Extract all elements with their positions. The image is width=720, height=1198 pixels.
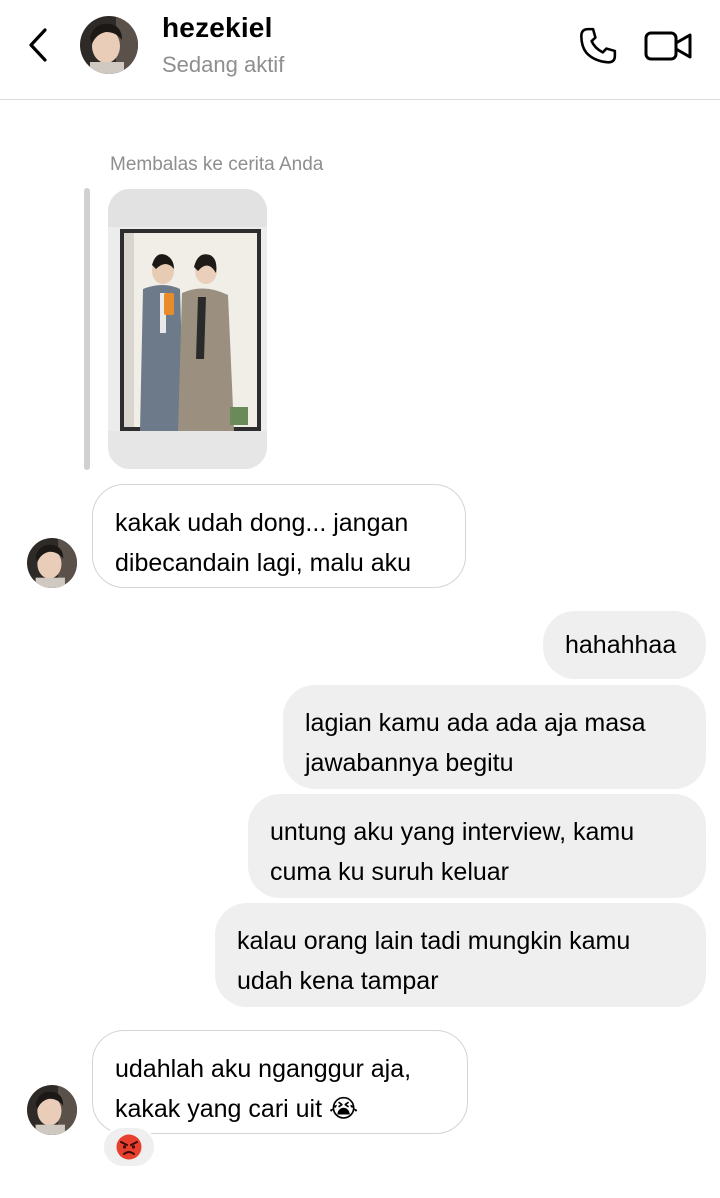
avatar[interactable] [27,538,77,588]
avatar[interactable] [80,16,138,74]
back-icon [29,28,47,62]
message-text: cuma ku suruh keluar [270,858,510,886]
message-text: dibecandain lagi, malu aku [115,549,412,577]
message-bubble[interactable]: untung aku yang interview, kamu cuma ku … [248,794,706,898]
message-text: udah kena tampar [237,967,439,995]
message-text: kakak yang cari uit 😭 [115,1095,359,1123]
video-call-button[interactable] [643,26,695,66]
message-text: kalau orang lain tadi mungkin kamu [237,927,631,955]
avatar[interactable] [27,1085,77,1135]
call-button[interactable] [576,24,620,68]
message-bubble[interactable]: kalau orang lain tadi mungkin kamu udah … [215,903,706,1007]
chat-header: hezekiel Sedang aktif [0,0,720,100]
contact-name[interactable]: hezekiel [162,12,273,44]
message-bubble[interactable]: kakak udah dong... jangan dibecandain la… [92,484,466,588]
message-text: jawabannya begitu [305,749,514,777]
message-text: untung aku yang interview, kamu [270,818,635,846]
message-bubble[interactable]: hahahhaa [543,611,706,679]
message-text: lagian kamu ada ada aja masa [305,709,646,737]
reply-label: Membalas ke cerita Anda [110,154,324,175]
reply-indicator [84,188,90,470]
message-bubble[interactable]: lagian kamu ada ada aja masa jawabannya … [283,685,706,789]
back-button[interactable] [22,26,54,64]
phone-icon [580,27,617,64]
message-text: hahahhaa [565,631,677,659]
message-reaction[interactable] [102,1126,156,1168]
video-call-icon [644,31,692,61]
message-text: udahlah aku nganggur aja, [115,1055,412,1083]
message-text: kakak udah dong... jangan [115,509,409,537]
message-bubble[interactable]: udahlah aku nganggur aja, kakak yang car… [92,1030,468,1134]
angry-face-icon [116,1134,142,1160]
active-status: Sedang aktif [162,52,285,77]
story-preview-image[interactable] [108,189,267,469]
